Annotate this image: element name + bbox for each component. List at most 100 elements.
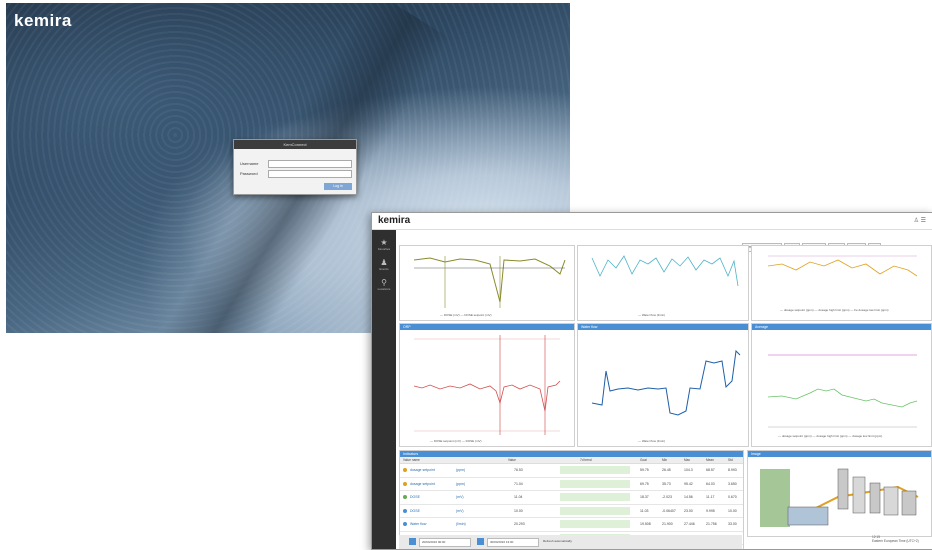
row-value: 71.04 bbox=[514, 481, 523, 486]
row-value: 76.53 bbox=[514, 468, 523, 472]
dashboard-brand-logo: kemira bbox=[378, 215, 411, 226]
status-dot bbox=[403, 468, 407, 472]
column-header: Min bbox=[662, 458, 668, 462]
row-min: 21.900 bbox=[662, 522, 673, 526]
column-header: Max bbox=[684, 458, 691, 462]
row-goal: 11.03 bbox=[640, 508, 649, 513]
login-button[interactable]: Log in bbox=[324, 183, 352, 190]
status-dot bbox=[403, 495, 407, 499]
top-bar: kemira ♙ ☰ bbox=[372, 213, 932, 230]
row-std: 10.00 bbox=[728, 508, 737, 513]
chart-panel-water-flow-top: — Water flow (l/min) bbox=[577, 245, 749, 321]
sidebar-item-favorites[interactable]: ★ Favorites bbox=[372, 238, 396, 251]
sidebar-item-locations[interactable]: ⚲ Locations bbox=[372, 278, 396, 291]
orp-chart bbox=[413, 335, 561, 435]
calendar-icon[interactable] bbox=[409, 538, 416, 545]
panel-title: ORP bbox=[400, 324, 574, 330]
chart-panel-dosage-top: — dosage setpoint (ppm) — dosage high li… bbox=[751, 245, 932, 321]
status-dot bbox=[403, 481, 407, 486]
plant-schematic-image bbox=[760, 468, 919, 527]
chart-panel-dose: — DOSE (mV) — DOSE setpoint (mV) bbox=[399, 245, 575, 321]
trend-sparkline bbox=[560, 493, 630, 501]
row-value: 20.293 bbox=[514, 522, 525, 526]
row-std: 8.993 bbox=[728, 468, 737, 472]
sidebar-item-label: Locations bbox=[377, 287, 391, 291]
sidebar: ★ Favorites ♟ Events ⚲ Locations bbox=[372, 230, 396, 549]
panel-title: Average bbox=[752, 324, 931, 330]
row-std: 0.670 bbox=[728, 495, 737, 499]
row-name[interactable]: dosage setpoint bbox=[410, 482, 435, 486]
row-min: 26.45 bbox=[662, 468, 671, 472]
username-field[interactable] bbox=[268, 160, 352, 168]
trend-sparkline bbox=[560, 466, 630, 474]
column-header: Value name bbox=[403, 458, 420, 462]
row-mean: 11.17 bbox=[706, 495, 715, 499]
row-unit: (mV) bbox=[456, 508, 464, 513]
row-goal: 19.508 bbox=[640, 522, 651, 526]
column-header: Mean bbox=[706, 458, 714, 462]
row-unit: (l/min) bbox=[456, 522, 466, 526]
chart-legend: — dosage setpoint (ppm) — dosage high li… bbox=[780, 308, 889, 312]
row-unit: (ppm) bbox=[456, 481, 466, 486]
timezone-label: 12:15 Eastern European Time (UTC+2) bbox=[872, 535, 919, 543]
dose-chart bbox=[413, 256, 566, 308]
row-max: 14.56 bbox=[684, 495, 693, 499]
table-row[interactable]: Water flow (l/min) 20.293 19.508 21.900 … bbox=[400, 518, 743, 532]
dashboard-window: kemira ♙ ☰ ★ Favorites ♟ Events ⚲ Locati… bbox=[371, 212, 932, 550]
trend-sparkline bbox=[560, 479, 630, 488]
sidebar-item-label: Events bbox=[379, 267, 389, 271]
star-icon: ★ bbox=[380, 238, 388, 247]
chart-panel-orp: ORP — DOSE setpoint (mV) — DOSE (mV) bbox=[399, 323, 575, 447]
row-min: -0.06407 bbox=[662, 508, 676, 513]
column-header: Std bbox=[728, 458, 733, 462]
sidebar-item-events[interactable]: ♟ Events bbox=[372, 258, 396, 271]
water-flow-chart-top bbox=[591, 255, 739, 287]
trend-sparkline bbox=[560, 520, 630, 528]
calendar-icon[interactable] bbox=[477, 538, 484, 545]
status-dot bbox=[403, 508, 407, 513]
table-row[interactable]: dosage setpoint (ppm) 76.53 59.75 26.45 … bbox=[400, 464, 743, 478]
chart-legend: — DOSE (mV) — DOSE setpoint (mV) bbox=[440, 313, 492, 317]
average-chart bbox=[767, 354, 918, 428]
row-name[interactable]: DOSE bbox=[410, 495, 420, 499]
table-row[interactable]: DOSE (mV) 10.00 11.03 -0.06407 23.00 9.9… bbox=[400, 505, 743, 518]
status-dot bbox=[403, 522, 407, 526]
sidebar-item-label: Favorites bbox=[377, 247, 391, 251]
row-name[interactable]: DOSE bbox=[410, 509, 420, 513]
row-unit: (ppm) bbox=[456, 468, 466, 472]
timezone-text: Eastern European Time (UTC+2) bbox=[872, 539, 919, 543]
password-label: Password bbox=[240, 171, 258, 176]
row-mean: 21.756 bbox=[706, 522, 717, 526]
row-name[interactable]: Water flow bbox=[410, 522, 426, 526]
pin-icon: ⚲ bbox=[381, 278, 387, 287]
column-header: Goal bbox=[640, 458, 647, 462]
table-row[interactable]: DOSE (mV) 11.04 18.37 -2.023 14.56 11.17… bbox=[400, 491, 743, 505]
image-panel: Image bbox=[747, 450, 932, 537]
user-menu-icon[interactable]: ♙ ☰ bbox=[914, 217, 926, 224]
panel-title: Water flow bbox=[578, 324, 748, 330]
time-range-bar: 20/04/2016 00:00 30/04/2016 13:00 Refres… bbox=[399, 535, 742, 549]
row-unit: (mV) bbox=[456, 495, 464, 499]
date-to-field[interactable]: 30/04/2016 13:00 bbox=[487, 538, 539, 547]
password-field[interactable] bbox=[268, 170, 352, 178]
refresh-automatically-checkbox[interactable]: Refresh automatically bbox=[541, 538, 599, 545]
login-dialog: KemConnect Username Password Log in bbox=[233, 139, 357, 195]
table-row[interactable]: dosage setpoint (ppm) 71.04 69.75 35.73 … bbox=[400, 478, 743, 491]
chart-legend: — dosage setpoint (ppm) — dosage high li… bbox=[778, 434, 883, 438]
bell-icon: ♟ bbox=[380, 258, 388, 267]
chart-legend: — DOSE setpoint (mV) — DOSE (mV) bbox=[430, 439, 482, 443]
toolbar: Remove from favoritesCopySave layoutRese… bbox=[740, 235, 882, 252]
row-min: 35.73 bbox=[662, 481, 671, 486]
table-header: Value name Value 7d trend Goal Min Max M… bbox=[400, 457, 743, 464]
row-value: 11.04 bbox=[514, 495, 523, 499]
row-mean: 64.03 bbox=[706, 481, 715, 486]
chart-panel-average: Average — dosage setpoint (ppm) — dosage… bbox=[751, 323, 932, 447]
column-header: Value bbox=[508, 458, 516, 462]
chart-legend: — Water flow (l/min) bbox=[638, 313, 666, 317]
date-from-field[interactable]: 20/04/2016 00:00 bbox=[419, 538, 471, 547]
row-mean: 9.995 bbox=[706, 508, 715, 513]
login-dialog-title: KemConnect bbox=[234, 140, 356, 149]
row-name[interactable]: dosage setpoint bbox=[410, 468, 435, 472]
column-header: 7d trend bbox=[580, 458, 592, 462]
row-value: 10.00 bbox=[514, 508, 523, 513]
